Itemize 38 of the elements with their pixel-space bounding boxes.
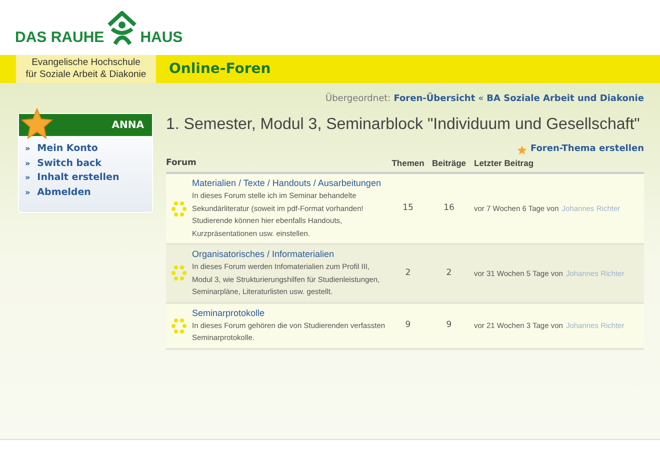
dotted-circle-icon — [171, 200, 187, 216]
school-name: Evangelische Hochschule für Soziale Arbeit & Diakonie — [16, 55, 156, 83]
forum-title-link[interactable]: Materialien / Texte / Handouts / Ausarbeitungen — [192, 177, 388, 190]
menu-link[interactable]: Abmelden — [37, 186, 91, 200]
forum-title-link[interactable]: Organisatorisches / Informaterialien — [192, 248, 388, 261]
post-count: 16 — [442, 202, 456, 215]
breadcrumb-link[interactable]: BA Soziale Arbeit und Diakonie — [486, 93, 644, 107]
topic-count: 15 — [402, 202, 414, 215]
dotted-circle-icon — [171, 265, 187, 282]
bullet-icon: » — [25, 143, 30, 156]
menu-link[interactable]: Mein Konto — [37, 142, 98, 156]
post-count: 9 — [445, 319, 453, 332]
breadcrumb-label: Übergeordnet: — [325, 93, 391, 106]
dotted-circle-icon — [171, 318, 187, 334]
column-header: Letzter Beitrag — [473, 157, 535, 170]
post-count: 2 — [445, 266, 453, 280]
user-name: ANNA — [112, 118, 144, 132]
topic-count: 2 — [404, 266, 412, 280]
menu-link[interactable]: Switch back — [37, 156, 102, 171]
page-title: 1. Semester, Modul 3, Seminarblock "Individuum und Gesellschaft" — [166, 115, 640, 135]
menu-link[interactable]: Inhalt erstellen — [37, 171, 120, 186]
bullet-icon: » — [25, 158, 30, 170]
breadcrumb-link[interactable]: Foren-Übersicht — [394, 93, 476, 107]
star-icon — [21, 108, 53, 139]
topic-count: 9 — [404, 319, 412, 332]
column-header: Themen — [390, 157, 426, 170]
logo-text: DAS RAUHE — [15, 30, 104, 44]
section-title: Online-Foren — [169, 60, 271, 78]
bullet-icon: » — [25, 186, 30, 199]
forum-title-link[interactable]: Seminarprotokolle — [192, 306, 388, 320]
logo-figure-icon — [106, 10, 138, 44]
star-icon — [517, 145, 528, 155]
breadcrumb-separator: « — [478, 93, 484, 106]
bullet-icon: » — [25, 172, 30, 184]
column-header: Beiträge — [430, 157, 467, 170]
create-topic-link[interactable]: Foren-Thema erstellen — [530, 143, 644, 157]
logo-text: HAUS — [140, 30, 183, 44]
column-header: Forum — [166, 157, 198, 170]
